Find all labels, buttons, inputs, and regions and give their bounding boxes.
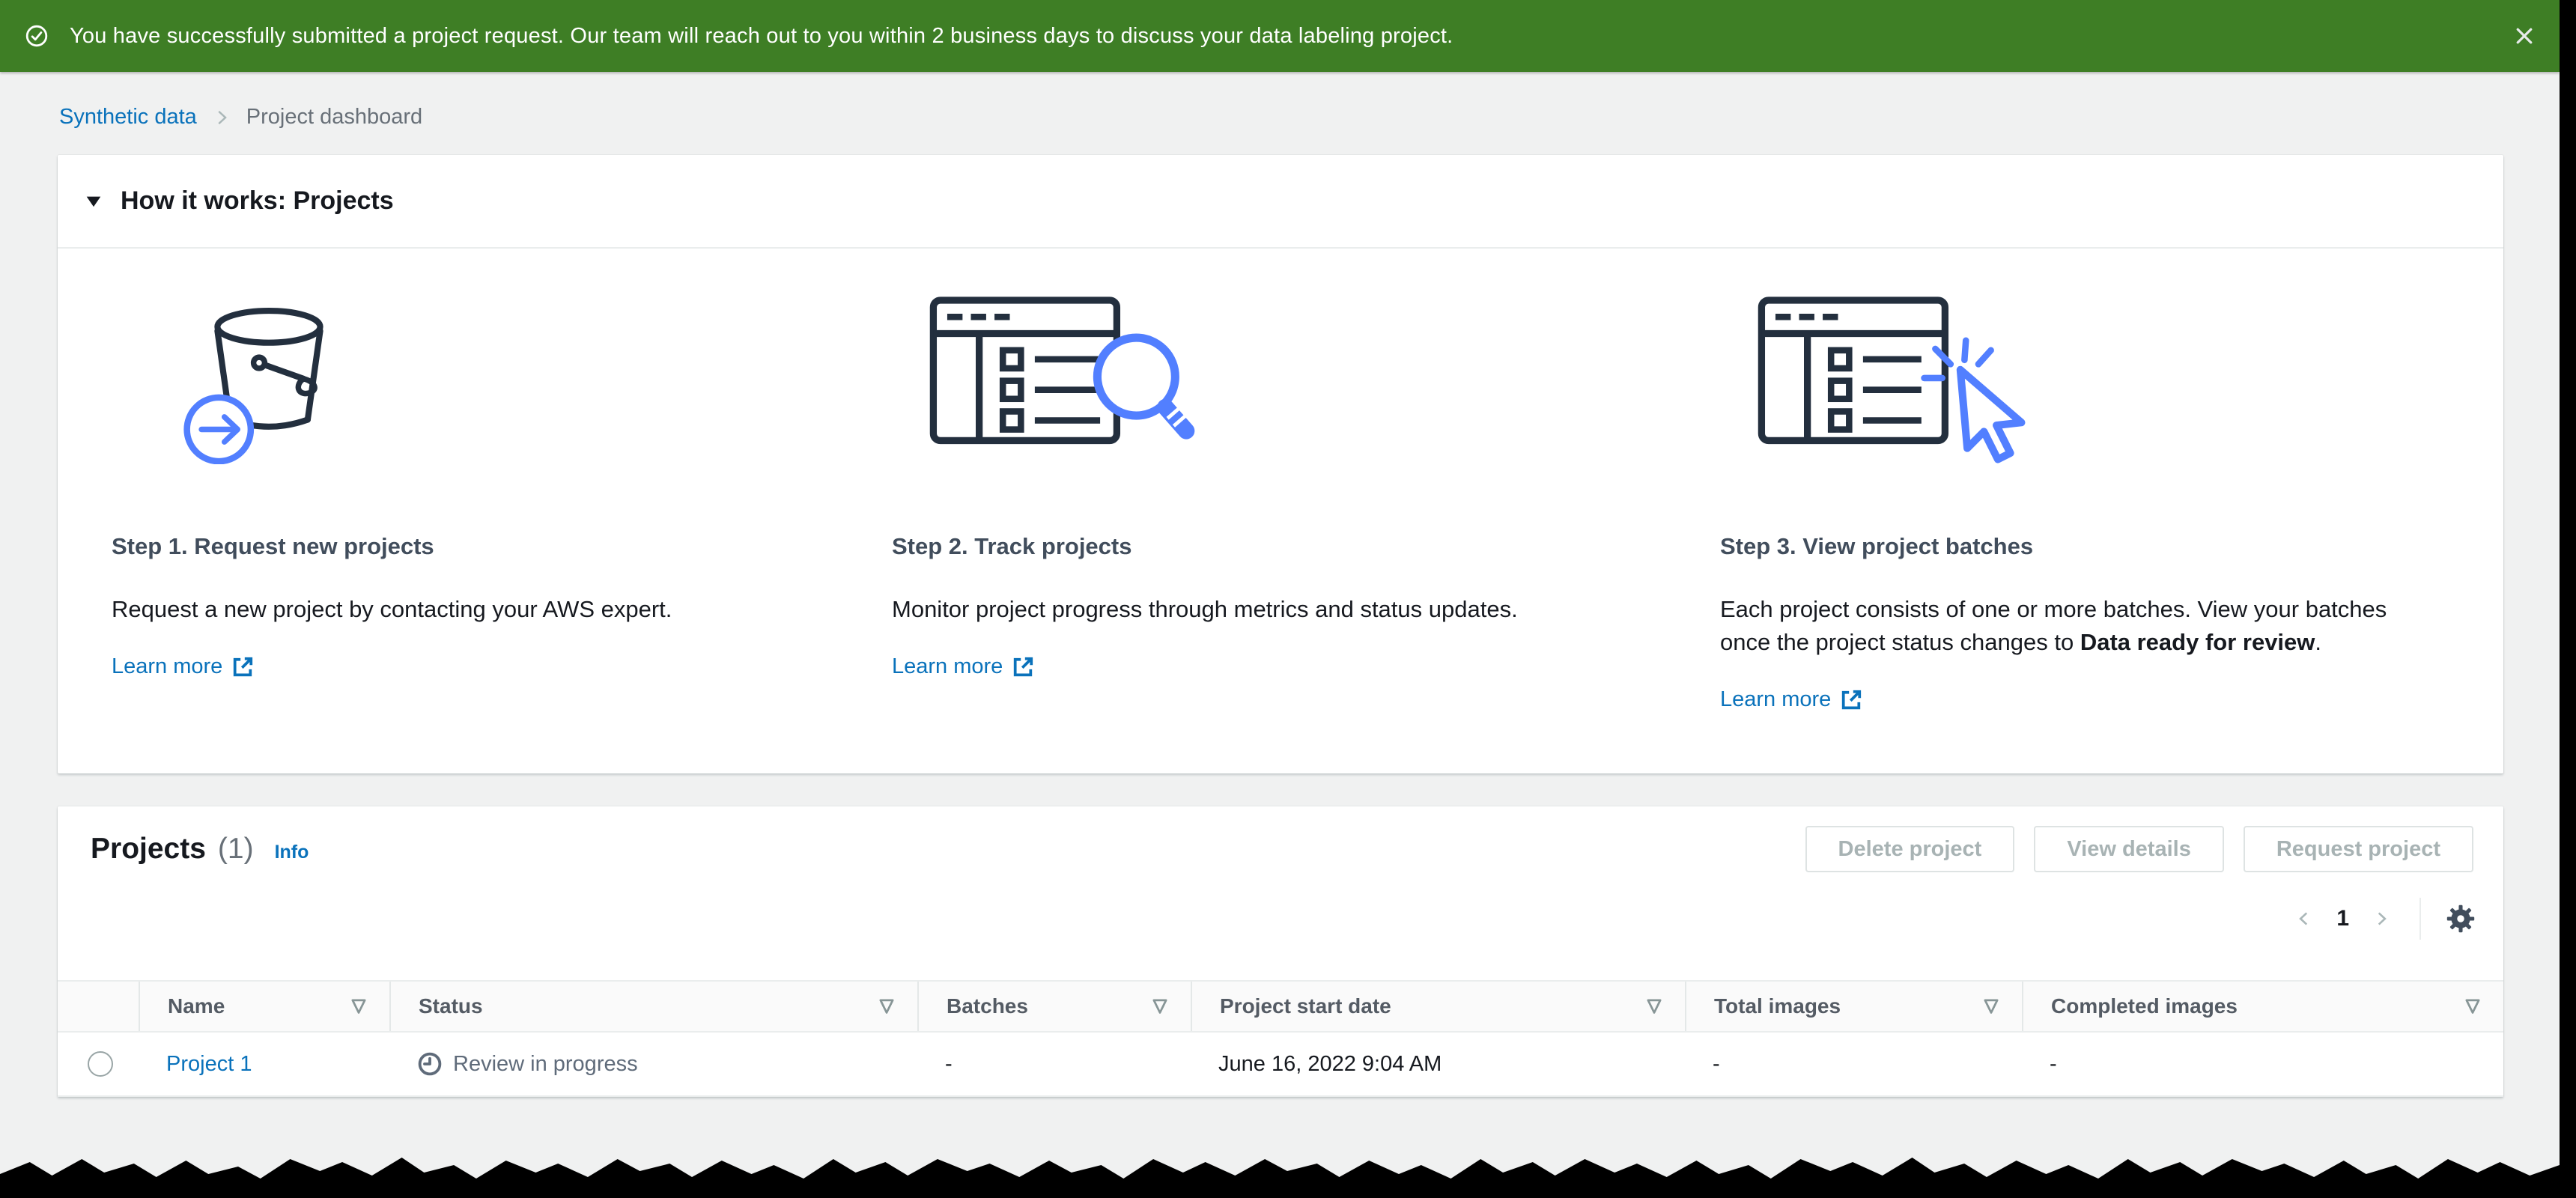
screen: You have successfully submitted a projec…	[0, 0, 2576, 1198]
column-filter-icon[interactable]	[877, 997, 896, 1016]
row-status-cell: Review in progress	[389, 1051, 917, 1077]
step-1-title: Step 1. Request new projects	[112, 533, 434, 559]
selection-column-header	[58, 982, 139, 1031]
step-2-description: Monitor project progress through metrics…	[892, 596, 1518, 622]
step-2-title: Step 2. Track projects	[892, 533, 1132, 559]
step-1-description: Request a new project by contacting your…	[112, 596, 672, 622]
pending-clock-icon	[418, 1052, 442, 1076]
row-select-cell	[58, 1051, 139, 1077]
column-header-batches: Batches	[917, 982, 1191, 1031]
close-icon[interactable]	[2513, 25, 2536, 47]
step-2-panel: Step 2. Track projects Monitor project p…	[892, 249, 1720, 712]
main-content: Synthetic data Project dashboard How it …	[0, 105, 2560, 1097]
expander-caret-icon	[86, 196, 101, 207]
external-link-icon	[234, 657, 253, 676]
column-header-name: Name	[139, 982, 389, 1031]
step-3-learn-more-link[interactable]: Learn more	[1720, 687, 1862, 712]
row-total-images-cell: -	[1713, 1051, 1720, 1076]
projects-card: Projects (1) Info Delete project View de…	[58, 806, 2503, 1097]
success-banner: You have successfully submitted a projec…	[0, 0, 2560, 72]
column-header-total-images: Total images	[1685, 982, 2022, 1031]
column-filter-icon[interactable]	[349, 997, 368, 1016]
project-link[interactable]: Project 1	[166, 1052, 252, 1077]
previous-page-icon[interactable]	[2291, 906, 2317, 931]
breadcrumb-chevron-icon	[218, 110, 227, 124]
how-it-works-card: How it works: Projects Step 1. Request n…	[58, 155, 2503, 773]
settings-gear-icon[interactable]	[2443, 901, 2478, 936]
projects-actions: Delete project View details Request proj…	[1805, 826, 2473, 872]
bucket-arrow-icon	[155, 291, 363, 464]
row-completed-images-cell: -	[2050, 1051, 2057, 1076]
column-header-completed-images: Completed images	[2022, 982, 2503, 1031]
delete-project-button[interactable]: Delete project	[1805, 826, 2015, 872]
breadcrumb-link-synthetic-data[interactable]: Synthetic data	[59, 105, 197, 130]
row-radio-button[interactable]	[88, 1051, 113, 1077]
step-3-panel: Step 3. View project batches Each projec…	[1720, 249, 2473, 712]
step-2-learn-more-link[interactable]: Learn more	[892, 654, 1034, 679]
column-header-project-start-date: Project start date	[1191, 982, 1685, 1031]
projects-count: (1)	[217, 833, 254, 865]
request-project-button[interactable]: Request project	[2243, 826, 2473, 872]
step-3-description: Each project consists of one or more bat…	[1720, 596, 2387, 655]
column-filter-icon[interactable]	[1150, 997, 1170, 1016]
row-batches-cell: -	[945, 1051, 953, 1076]
row-name-cell: Project 1	[139, 1052, 389, 1077]
column-header-status: Status	[389, 982, 917, 1031]
external-link-icon	[1842, 690, 1862, 709]
next-page-icon[interactable]	[2369, 906, 2394, 931]
row-start-date-cell: June 16, 2022 9:04 AM	[1218, 1051, 1442, 1076]
how-it-works-title: How it works: Projects	[121, 186, 394, 215]
column-filter-icon[interactable]	[1981, 997, 2001, 1016]
step-1-learn-more-link[interactable]: Learn more	[112, 654, 254, 679]
step-1-panel: Step 1. Request new projects Request a n…	[112, 249, 892, 712]
column-filter-icon[interactable]	[2463, 997, 2482, 1016]
projects-title-group: Projects (1) Info	[91, 833, 309, 866]
table-header-row: Name Status Batches Project start date T…	[58, 980, 2503, 1033]
window-list-magnifier-icon	[923, 291, 1202, 464]
column-filter-icon[interactable]	[1644, 997, 1664, 1016]
torn-edge	[0, 1158, 2560, 1198]
projects-title: Projects	[91, 833, 206, 865]
step-3-title: Step 3. View project batches	[1720, 533, 2034, 559]
info-link[interactable]: Info	[275, 842, 309, 863]
table-row: Project 1 Review in progress - June 16, …	[58, 1033, 2503, 1097]
external-link-icon	[1014, 657, 1033, 676]
breadcrumb-current: Project dashboard	[246, 105, 423, 129]
how-it-works-body: Step 1. Request new projects Request a n…	[58, 249, 2503, 773]
view-details-button[interactable]: View details	[2034, 826, 2224, 872]
banner-message: You have successfully submitted a projec…	[70, 23, 1453, 48]
pagination: 1	[58, 872, 2503, 943]
how-it-works-header[interactable]: How it works: Projects	[58, 155, 2503, 249]
breadcrumb: Synthetic data Project dashboard	[59, 105, 2503, 130]
projects-card-header: Projects (1) Info Delete project View de…	[58, 806, 2503, 872]
success-check-circle-icon	[25, 25, 48, 47]
status-text: Review in progress	[453, 1051, 638, 1076]
app-viewport: You have successfully submitted a projec…	[0, 0, 2560, 1198]
pagination-divider	[2419, 898, 2421, 940]
projects-table: Name Status Batches Project start date T…	[58, 980, 2503, 1097]
window-list-cursor-icon	[1752, 291, 2030, 464]
current-page-number[interactable]: 1	[2336, 906, 2349, 931]
